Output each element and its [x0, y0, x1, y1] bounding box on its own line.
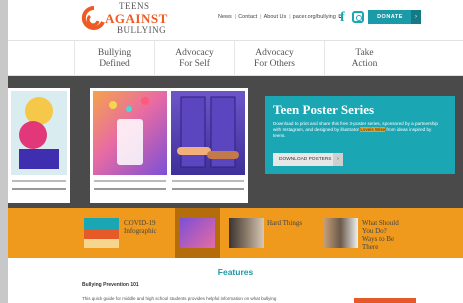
nav-item-label: For Self [179, 59, 210, 69]
resource-strip: COVID-19 Infographic Hard Things What Sh… [8, 208, 463, 258]
donate-button[interactable]: DONATE [368, 10, 412, 24]
locker-hands-icon [177, 96, 239, 168]
nav-item-advocacy-for-self[interactable]: Advocacy For Self [154, 41, 234, 77]
illustrator-link[interactable]: Loveis Wise [360, 127, 386, 132]
logo-word-bullying: BULLYING [117, 25, 167, 35]
download-posters-button[interactable]: DOWNLOAD POSTERS › [273, 153, 343, 166]
logo-word-teens: TEENS [119, 1, 150, 11]
nav-item-label: Advocacy [255, 48, 294, 58]
poster-footer [172, 188, 244, 190]
resource-label-covid[interactable]: COVID-19 Infographic [124, 219, 157, 235]
top-link-pacer[interactable]: pacer.org/bullying [293, 14, 336, 20]
nav-item-label: Defined [99, 59, 130, 69]
top-nav: News | Contact | About Us | pacer.org/bullying… [218, 14, 343, 21]
poster-thumbnail[interactable] [90, 88, 170, 203]
poster-thumbnail[interactable] [168, 88, 248, 203]
poster-caption [94, 180, 166, 182]
resource-label-line: Infographic [124, 227, 157, 235]
main-nav: Bullying Defined Advocacy For Self Advoc… [8, 40, 463, 77]
nav-item-label: Advocacy [175, 48, 214, 58]
features-section: Features Bullying Prevention 101 This qu… [8, 258, 463, 303]
poster-illustration [93, 91, 167, 175]
resource-label-line: COVID-19 [124, 219, 156, 227]
resource-label-line: Hard Things [267, 219, 303, 227]
logo-word-against: AGAINST [105, 11, 168, 26]
nav-item-take-action[interactable]: Take Action [324, 41, 404, 77]
teens-against-bullying-logo[interactable]: TEENS AGAINST BULLYING [81, 1, 168, 38]
top-link-news[interactable]: News [218, 14, 232, 20]
poster-caption [172, 180, 244, 182]
resource-label-line: What Should [362, 219, 399, 227]
top-link-contact[interactable]: Contact [238, 14, 257, 20]
divider: | [260, 14, 262, 20]
nav-item-bullying-defined[interactable]: Bullying Defined [74, 41, 154, 77]
poster-illustration [171, 91, 245, 175]
poster-footer [94, 188, 166, 190]
nav-item-label: For Others [254, 59, 295, 69]
hard-things-thumbnail[interactable] [229, 218, 264, 248]
resource-label-what-should-you-do[interactable]: What Should You Do? Ways to Be There [362, 219, 399, 251]
covid-infographic-thumbnail[interactable] [84, 218, 119, 248]
resource-label-hard-things[interactable]: Hard Things [267, 219, 302, 227]
nav-item-label: Action [351, 59, 378, 69]
nav-item-label: Bullying [97, 48, 132, 58]
chevron-right-icon: › [333, 153, 343, 166]
instagram-icon[interactable] [352, 11, 364, 23]
feature-item-body: This quick guide for middle and high sch… [82, 296, 277, 301]
chevron-right-icon[interactable]: › [411, 10, 421, 24]
resource-label-line: You Do? [362, 227, 387, 235]
poster-series-thumbnail[interactable] [180, 218, 215, 248]
hero-banner: Teen Poster Series Download to print and… [8, 76, 463, 208]
logo-mark-icon [81, 5, 105, 30]
promo-title: Teen Poster Series [273, 102, 375, 117]
poster-footer [12, 188, 66, 190]
poster-caption [12, 180, 66, 182]
promo-body: Download to print and share this free 3-… [273, 121, 445, 139]
page: TEENS AGAINST BULLYING News | Contact | Abou… [8, 0, 463, 303]
divider: | [289, 14, 291, 20]
download-posters-label: DOWNLOAD POSTERS [279, 157, 332, 162]
resource-label-line: There [362, 243, 379, 251]
poster-series-promo: Teen Poster Series Download to print and… [265, 96, 455, 174]
what-should-you-do-thumbnail[interactable] [323, 218, 358, 248]
nav-item-label: Take [355, 48, 374, 58]
poster-thumbnail[interactable] [8, 88, 70, 203]
features-heading: Features [217, 267, 254, 277]
poster-illustration [11, 91, 67, 175]
top-link-about[interactable]: About Us [264, 14, 287, 20]
phone-hearts-icon [109, 97, 149, 165]
nav-item-advocacy-for-others[interactable]: Advocacy For Others [234, 41, 314, 77]
site-header: TEENS AGAINST BULLYING News | Contact | Abou… [8, 0, 463, 40]
feature-item-image[interactable] [354, 298, 416, 303]
divider: | [234, 14, 237, 20]
facebook-icon[interactable]: f [340, 10, 345, 26]
poster-art-icon [19, 97, 59, 169]
feature-item-title[interactable]: Bullying Prevention 101 [82, 282, 139, 288]
resource-label-line: Ways to Be [362, 235, 395, 243]
